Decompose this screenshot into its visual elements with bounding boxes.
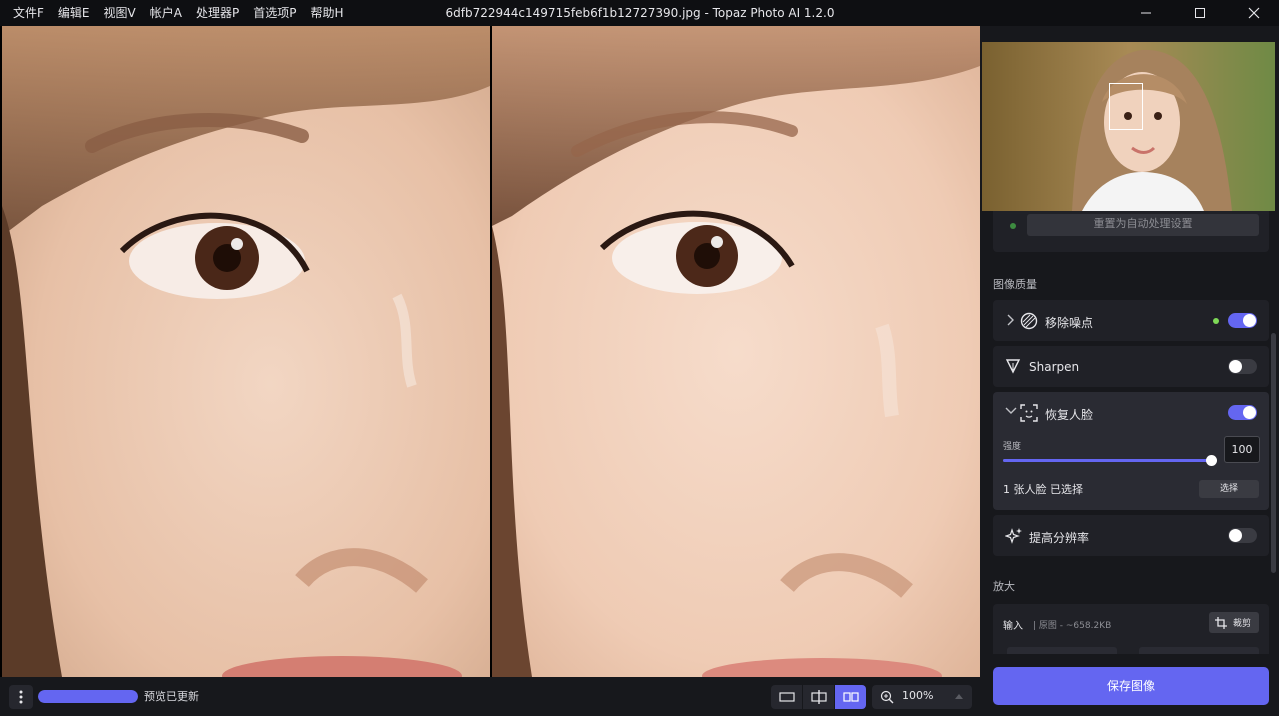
upscale-card[interactable]: 提高分辨率 [993,515,1269,556]
vertical-dots-icon [19,690,23,704]
image-quality-title: 图像质量 [993,278,1037,291]
minimize-button[interactable] [1119,0,1173,26]
strength-slider-fill [1003,459,1210,462]
view-side-by-side-button[interactable] [835,685,866,709]
menu-preferences[interactable]: 首选项P [246,2,303,24]
height-field[interactable] [1139,647,1259,654]
original-image-pane[interactable] [2,26,490,677]
panel-scrollbar[interactable] [1271,333,1276,573]
recover-faces-label: 恢复人脸 [1045,408,1094,422]
close-button[interactable] [1227,0,1279,26]
upscale-toggle[interactable] [1228,528,1257,543]
sharpen-label: Sharpen [1029,360,1080,374]
minimize-icon [1141,12,1151,14]
toggle-knob [1229,529,1242,542]
select-faces-button[interactable]: 选择 [1199,480,1259,498]
processed-face-closeup [492,26,980,677]
maximize-icon [1195,8,1205,18]
menu-file[interactable]: 文件F [6,2,51,24]
strength-value-input[interactable]: 100 [1224,436,1260,463]
menu-processor[interactable]: 处理器P [189,2,246,24]
more-menu-button[interactable] [9,685,33,709]
toggle-knob [1229,360,1242,373]
input-size-info: | 原图 - ~658.2KB [1033,621,1112,631]
recover-faces-toggle[interactable] [1228,405,1257,420]
enlarge-section-title: 放大 [993,580,1015,593]
denoise-label: 移除噪点 [1045,316,1094,330]
input-label: 输入 [1003,621,1023,632]
right-settings-panel: 重置为自动处理设置 图像质量 移除噪点 Sharpen 恢复人脸 强度 100 … [980,26,1279,716]
menu-account[interactable]: 帐户A [143,2,189,24]
crop-button[interactable]: 裁剪 [1209,612,1259,633]
preview-status: 预览已更新 [144,690,199,703]
denoise-toggle[interactable] [1228,313,1257,328]
title-bar: 文件F 编辑E 视图V 帐户A 处理器P 首选项P 帮助H 6dfb722944… [0,0,1279,26]
reset-auto-settings-button[interactable]: 重置为自动处理设置 [1027,214,1259,236]
view-single-button[interactable] [771,685,802,709]
toggle-knob [1243,406,1256,419]
navigator-viewport-box[interactable] [1109,83,1143,130]
sparkles-icon [1005,528,1022,544]
single-view-icon [778,692,795,702]
denoise-card[interactable]: 移除噪点 [993,300,1269,341]
chevron-right-icon[interactable] [1005,314,1015,326]
view-split-button[interactable] [803,685,834,709]
strength-label: 强度 [1003,442,1022,452]
strength-slider-track[interactable] [1003,459,1210,462]
toggle-knob [1243,314,1256,327]
maximize-button[interactable] [1173,0,1227,26]
recover-faces-card[interactable]: 恢复人脸 强度 100 1 张人脸 已选择 选择 [993,392,1269,510]
save-image-button[interactable]: 保存图像 [993,667,1269,705]
settings-scroll-area[interactable]: 重置为自动处理设置 图像质量 移除噪点 Sharpen 恢复人脸 强度 100 … [980,211,1279,654]
upscale-label: 提高分辨率 [1029,531,1090,545]
original-face-closeup [2,26,490,677]
chevron-down-icon[interactable] [1005,406,1017,416]
upscale-input-card: 输入 | 原图 - ~658.2KB 裁剪 [993,604,1269,654]
autopilot-card: 重置为自动处理设置 [993,211,1269,252]
close-icon [1248,7,1260,19]
strength-slider-handle[interactable] [1206,455,1217,466]
split-view-icon [810,690,827,704]
sharpen-triangle-icon [1005,359,1021,374]
denoise-active-dot [1213,318,1219,324]
topaz-photo-ai-window: 文件F 编辑E 视图V 帐户A 处理器P 首选项P 帮助H 6dfb722944… [0,0,1279,716]
caret-up-icon[interactable] [954,692,964,700]
menu-edit[interactable]: 编辑E [51,2,97,24]
preview-image-pane[interactable] [492,26,980,677]
zoom-control[interactable]: 100% [872,685,972,709]
faces-selected-count: 1 张人脸 已选择 [1003,483,1083,496]
bottom-toolbar: 预览已更新 100% [0,677,980,716]
navigator-thumbnail[interactable] [982,42,1275,211]
preview-progress-bar [38,690,138,703]
side-by-side-view-icon [842,692,859,702]
crop-label: 裁剪 [1233,619,1252,629]
width-field[interactable] [1007,647,1117,654]
autopilot-status-dot [1010,223,1016,229]
image-viewer[interactable] [0,26,980,677]
menu-bar: 文件F 编辑E 视图V 帐户A 处理器P 首选项P 帮助H [0,0,350,26]
zoom-level: 100% [902,689,934,702]
zoom-in-icon [880,690,894,704]
face-scan-icon [1020,404,1038,422]
menu-view[interactable]: 视图V [97,2,143,24]
sharpen-toggle[interactable] [1228,359,1257,374]
preview-progress-fill [38,690,138,703]
window-title: 6dfb722944c149715feb6f1b12727390.jpg - T… [445,6,835,20]
denoise-icon [1020,312,1038,330]
crop-icon [1215,617,1227,629]
sharpen-card[interactable]: Sharpen [993,346,1269,387]
